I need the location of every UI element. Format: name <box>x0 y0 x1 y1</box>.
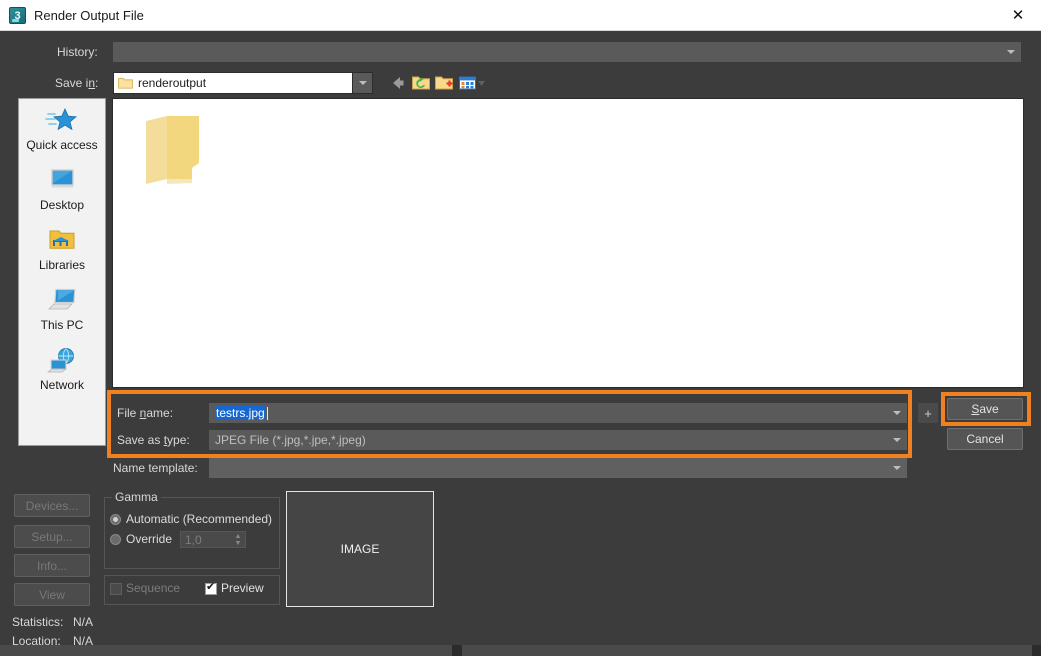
chevron-down-icon[interactable] <box>887 458 907 478</box>
sequence-checkbox[interactable] <box>110 583 122 595</box>
sidebar-item-label: Desktop <box>39 198 85 212</box>
monitor-icon <box>45 167 79 195</box>
chevron-down-icon[interactable] <box>352 73 372 93</box>
gamma-group-legend: Gamma <box>112 490 161 504</box>
add-name-template-button[interactable]: + <box>918 403 938 423</box>
save-as-type-combo[interactable]: JPEG File (*.jpg,*.jpe,*.jpeg) <box>209 430 907 450</box>
gamma-override-radio[interactable] <box>110 534 121 545</box>
sidebar-item-this-pc[interactable]: This PC <box>19 279 105 339</box>
sidebar-item-label: This PC <box>40 318 84 332</box>
save-button-label: ave <box>979 402 999 416</box>
back-arrow-icon[interactable] <box>388 73 408 93</box>
file-name-value: testrs.jpg <box>215 406 266 420</box>
libraries-folder-icon <box>45 227 79 255</box>
gamma-override-value: 1,0 <box>185 532 202 547</box>
chevron-down-icon[interactable] <box>1001 42 1021 62</box>
sidebar-item-quick-access[interactable]: Quick access <box>19 99 105 159</box>
chevron-down-icon[interactable] <box>887 430 907 450</box>
list-item[interactable] <box>143 113 205 187</box>
file-name-label: File name: <box>117 406 174 420</box>
save-button[interactable]: Save <box>947 398 1023 420</box>
view-button[interactable]: View <box>14 583 90 606</box>
star-icon <box>45 107 79 135</box>
background-taskbar-strip <box>0 645 1041 656</box>
history-combo[interactable] <box>113 42 1021 62</box>
computer-icon <box>45 287 79 315</box>
setup-button[interactable]: Setup... <box>14 525 90 548</box>
sidebar-item-label: Network <box>39 378 84 392</box>
name-template-label: Name template: <box>113 461 198 475</box>
create-new-folder-icon[interactable] <box>434 73 454 93</box>
devices-button[interactable]: Devices... <box>14 494 90 517</box>
gamma-automatic-label[interactable]: Automatic (Recommended) <box>126 512 272 526</box>
history-label: History: <box>57 45 98 59</box>
up-one-level-icon[interactable] <box>411 73 431 93</box>
views-icon[interactable] <box>458 73 486 93</box>
save-in-value: renderoutput <box>138 76 207 90</box>
gamma-override-spinner[interactable]: 1,0 ▲ ▼ <box>180 531 246 548</box>
globe-network-icon <box>45 347 79 375</box>
sidebar-item-label: Quick access <box>26 138 98 152</box>
spinner-arrows-icon[interactable]: ▲ ▼ <box>232 533 244 548</box>
save-in-combo[interactable]: renderoutput <box>113 72 373 94</box>
gamma-automatic-radio[interactable] <box>110 514 121 525</box>
close-icon[interactable]: ✕ <box>995 0 1041 30</box>
image-preview-box: IMAGE <box>286 491 434 607</box>
folder-icon <box>118 77 133 89</box>
folder-icon <box>146 116 199 184</box>
chevron-down-icon[interactable] <box>887 403 907 423</box>
sequence-label: Sequence <box>126 581 181 595</box>
preview-label[interactable]: Preview <box>221 581 264 595</box>
window-title: Render Output File <box>34 8 144 23</box>
preview-checkbox[interactable] <box>205 581 217 595</box>
places-bar: Quick access Desktop Libraries This PC N… <box>18 98 106 446</box>
save-in-label: Save in: <box>55 76 99 90</box>
text-caret <box>266 406 268 420</box>
statistics-value: N/A <box>73 615 94 629</box>
title-bar: 3 Render Output File ✕ <box>0 0 1041 31</box>
gamma-override-label[interactable]: Override <box>126 532 172 546</box>
info-button[interactable]: Info... <box>14 554 90 577</box>
sidebar-item-network[interactable]: Network <box>19 339 105 399</box>
save-as-type-value: JPEG File (*.jpg,*.jpe,*.jpeg) <box>215 433 366 447</box>
save-as-type-label: Save as type: <box>117 433 190 447</box>
cancel-button[interactable]: Cancel <box>947 428 1023 450</box>
name-template-combo[interactable] <box>209 458 907 478</box>
sidebar-item-libraries[interactable]: Libraries <box>19 219 105 279</box>
statistics-label: Statistics: <box>12 615 64 629</box>
max3-icon: 3 <box>9 7 26 24</box>
sidebar-item-desktop[interactable]: Desktop <box>19 159 105 219</box>
file-list[interactable] <box>112 98 1024 388</box>
file-name-input[interactable]: testrs.jpg <box>209 403 907 423</box>
sidebar-item-label: Libraries <box>38 258 86 272</box>
